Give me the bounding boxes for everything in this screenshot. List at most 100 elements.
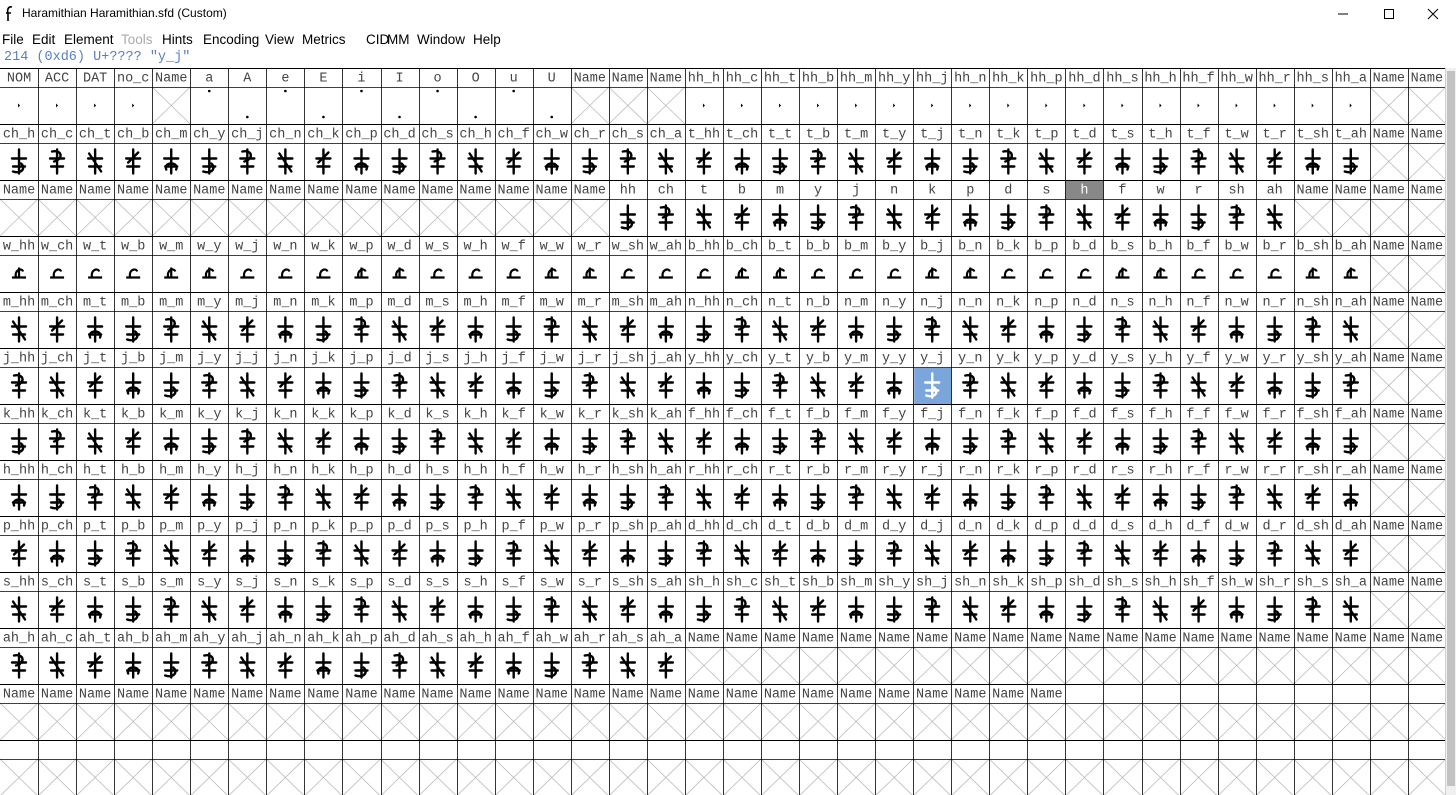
glyph-cell[interactable]: Name — [1103, 632, 1142, 685]
glyph-cell[interactable]: I — [395, 72, 404, 119]
glyph-cell[interactable]: b_h — [1148, 240, 1173, 279]
glyph-cell[interactable]: m_d — [387, 296, 412, 343]
glyph-cell[interactable]: Name — [1407, 184, 1445, 237]
glyph-cell[interactable]: m_s — [425, 296, 450, 343]
glyph-cell[interactable]: Name — [113, 184, 153, 237]
glyph-cell[interactable]: h_m — [159, 464, 183, 511]
menu-cid[interactable]: CID — [366, 32, 389, 47]
glyph-cell[interactable] — [342, 758, 381, 795]
glyph-cell[interactable]: t_ah — [1335, 128, 1367, 175]
glyph-cell[interactable]: b_p — [1034, 240, 1059, 279]
glyph-cell[interactable]: Name — [570, 688, 610, 741]
glyph-cell[interactable]: d_b — [806, 520, 830, 567]
glyph-cell[interactable]: hh_y — [878, 72, 910, 108]
glyph-cell[interactable]: t_p — [1034, 128, 1059, 175]
glyph-cell[interactable]: Name — [1027, 688, 1066, 741]
menu-element[interactable]: Element — [64, 32, 114, 47]
glyph-cell[interactable]: j_ch — [41, 352, 73, 399]
glyph-cell[interactable]: y_y — [882, 352, 906, 399]
glyph-cell[interactable]: b_s — [1110, 240, 1135, 279]
glyph-cell[interactable]: s_s — [425, 576, 450, 623]
vertical-scrollbar[interactable] — [1445, 68, 1456, 795]
glyph-cell[interactable]: h_b — [121, 464, 145, 511]
glyph-cell[interactable] — [1293, 702, 1333, 741]
glyph-cell[interactable]: hh_s — [1297, 72, 1329, 108]
glyph-cell[interactable]: Name — [912, 688, 952, 741]
glyph-cell[interactable]: w_r — [578, 240, 602, 279]
glyph-cell[interactable]: h_w — [540, 464, 564, 511]
glyph-cell[interactable]: r — [1190, 184, 1207, 231]
glyph-cell[interactable]: Name — [151, 72, 191, 125]
glyph-cell[interactable]: p_ch — [41, 520, 73, 567]
glyph-cell[interactable]: p_p — [349, 520, 374, 567]
glyph-cell[interactable]: y_j — [914, 352, 952, 405]
glyph-cell[interactable]: j — [847, 184, 865, 231]
glyph-cell[interactable]: j_s — [425, 352, 450, 399]
glyph-cell[interactable]: m_f — [502, 296, 526, 343]
glyph-cell[interactable] — [380, 758, 419, 795]
glyph-cell[interactable]: f_ch — [726, 408, 758, 455]
glyph-cell[interactable]: hh_h — [688, 72, 720, 108]
glyph-cell[interactable] — [1179, 758, 1218, 795]
glyph-cell[interactable]: n_f — [1186, 296, 1211, 343]
glyph-cell[interactable]: ah_n — [269, 632, 302, 679]
glyph-cell[interactable]: k_hh — [3, 408, 35, 455]
glyph-cell[interactable]: r_b — [806, 464, 830, 511]
glyph-cell[interactable]: Name — [75, 688, 115, 741]
glyph-cell[interactable]: hh_n — [954, 72, 986, 108]
glyph-cell[interactable]: ah_p — [345, 632, 378, 679]
glyph-cell[interactable]: d_d — [1072, 520, 1097, 567]
glyph-cell[interactable]: f_b — [806, 408, 830, 455]
glyph-cell[interactable]: Name — [189, 184, 229, 237]
menu-edit[interactable]: Edit — [32, 32, 55, 47]
glyph-cell[interactable]: ch_r — [574, 128, 606, 175]
glyph-cell[interactable]: h_k — [311, 464, 336, 511]
glyph-cell[interactable]: w_sh — [612, 240, 644, 279]
glyph-cell[interactable]: i — [357, 72, 366, 93]
glyph-cell[interactable]: k_y — [197, 408, 221, 455]
glyph-cell[interactable]: Name — [380, 688, 419, 741]
glyph-cell[interactable]: d_r — [1263, 520, 1287, 567]
glyph-cell[interactable] — [989, 758, 1028, 795]
glyph-cell[interactable]: hh_j — [916, 72, 948, 108]
glyph-cell[interactable]: ah — [1266, 184, 1283, 231]
glyph-cell[interactable]: u — [510, 72, 518, 93]
glyph-cell[interactable]: t_j — [920, 128, 944, 175]
glyph-cell[interactable]: n_h — [1148, 296, 1173, 343]
glyph-cell[interactable]: n_m — [844, 296, 868, 343]
glyph-cell[interactable]: f_m — [844, 408, 868, 455]
glyph-cell[interactable]: d_t — [768, 520, 792, 567]
glyph-cell[interactable]: y_k — [996, 352, 1020, 399]
glyph-cell[interactable]: j_ah — [650, 352, 682, 399]
glyph-cell[interactable] — [1103, 758, 1142, 795]
glyph-cell[interactable]: Name — [342, 184, 381, 237]
glyph-cell[interactable]: h — [1065, 180, 1104, 231]
glyph-cell[interactable]: Name — [760, 688, 800, 741]
glyph-cell[interactable]: Name — [494, 184, 533, 237]
glyph-cell[interactable]: m_p — [349, 296, 374, 343]
glyph-cell[interactable]: sh_y — [878, 576, 910, 623]
glyph-cell[interactable]: k_k — [311, 408, 336, 455]
glyph-cell[interactable]: Name — [304, 184, 343, 237]
glyph-cell[interactable]: w_f — [502, 240, 526, 279]
glyph-cell[interactable]: Name — [836, 688, 876, 741]
glyph-cell[interactable]: Name — [1331, 184, 1371, 237]
glyph-cell[interactable]: Name — [266, 688, 305, 741]
glyph-cell[interactable] — [1369, 702, 1409, 741]
glyph-cell[interactable] — [0, 758, 39, 795]
glyph-cell[interactable]: m_n — [273, 296, 298, 343]
glyph-cell[interactable]: Name — [722, 632, 762, 685]
glyph-cell[interactable]: j_w — [540, 352, 564, 399]
glyph-cell[interactable] — [1255, 702, 1294, 741]
minimize-button[interactable] — [1320, 0, 1366, 29]
glyph-cell[interactable]: t_m — [844, 128, 868, 175]
glyph-cell[interactable]: n_d — [1072, 296, 1097, 343]
glyph-cell[interactable]: b_n — [958, 240, 982, 279]
glyph-cell[interactable] — [1141, 702, 1180, 741]
glyph-cell[interactable]: f_r — [1263, 408, 1287, 455]
glyph-cell[interactable]: ch_p — [345, 128, 378, 175]
glyph-cell[interactable]: Name — [798, 632, 838, 685]
glyph-cell[interactable]: m_y — [197, 296, 221, 343]
glyph-cell[interactable]: Name — [0, 688, 39, 741]
glyph-cell[interactable]: A — [243, 72, 252, 119]
